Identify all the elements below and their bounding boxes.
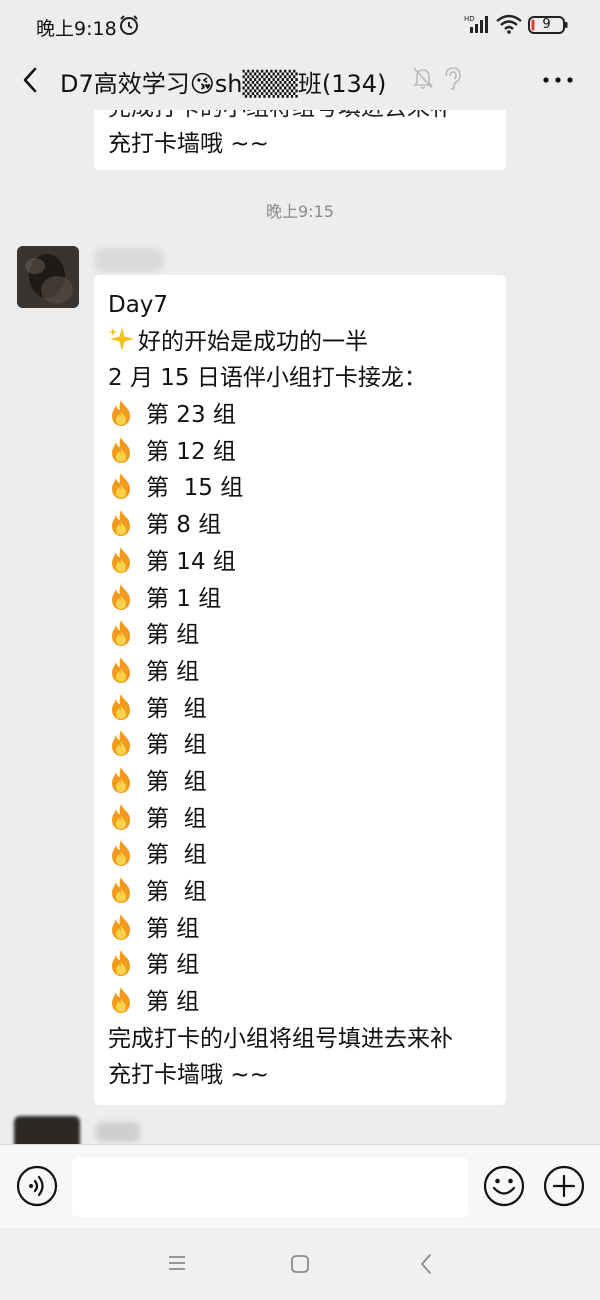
flame-icon <box>108 619 134 647</box>
battery-level: 9 <box>542 17 551 32</box>
flame-icon <box>108 583 134 611</box>
sender-name <box>94 248 164 272</box>
flame-icon <box>108 509 134 537</box>
group-label: 第 组 <box>146 879 207 905</box>
chat-area[interactable]: 完成打卡的小组将组号填进去来补 充打卡墙哦 ~~ 晚上9:15 Day7 好的开… <box>0 110 600 1144</box>
group-label: 第 15 组 <box>146 475 244 502</box>
previous-message-cut-line: 完成打卡的小组将组号填进去来补 <box>108 110 492 126</box>
plus-button[interactable] <box>543 1165 585 1207</box>
flame-icon <box>108 803 134 831</box>
chat-header: D7高效学习😘sh▒▒▒班(134) <box>0 52 600 110</box>
group-item: 第 组 <box>108 947 492 984</box>
avatar[interactable] <box>17 246 79 308</box>
group-list: 第 23 组第 12 组第 15 组第 8 组第 14 组第 1 组第 组第 组… <box>108 397 492 1021</box>
group-label: 第 组 <box>146 622 200 649</box>
group-label: 第 1 组 <box>146 585 222 612</box>
flame-icon <box>108 399 134 427</box>
system-navigation-bar <box>0 1228 600 1300</box>
more-icon[interactable] <box>540 70 576 90</box>
message-closing-1: 完成打卡的小组将组号填进去来补 <box>108 1025 453 1052</box>
group-label: 第 组 <box>146 658 200 685</box>
message-day: Day7 <box>108 292 169 318</box>
group-item: 第 组 <box>108 617 492 654</box>
plus-icon <box>543 1165 585 1207</box>
home-key-icon[interactable] <box>290 1254 310 1274</box>
message-motto-line: 好的开始是成功的一半 <box>108 324 492 361</box>
group-item: 第 组 <box>108 984 492 1021</box>
group-label: 第 组 <box>146 805 207 832</box>
alarm-icon <box>118 14 140 36</box>
group-item: 第 1 组 <box>108 581 492 618</box>
flame-icon <box>108 876 134 904</box>
group-label: 第 组 <box>146 915 200 942</box>
group-label: 第 组 <box>146 989 200 1016</box>
wifi-icon <box>496 14 522 34</box>
message-timestamp: 晚上9:15 <box>266 202 334 221</box>
group-label: 第 组 <box>146 732 207 759</box>
voice-icon <box>16 1165 58 1207</box>
message-bubble[interactable]: Day7 好的开始是成功的一半 2 月 15 日语伴小组打卡接龙： 第 23 组… <box>94 275 506 1105</box>
group-item: 第 组 <box>108 911 492 948</box>
group-item: 第 组 <box>108 764 492 801</box>
previous-message-line: 充打卡墙哦 ~~ <box>108 131 269 157</box>
flame-icon <box>108 913 134 941</box>
emoji-icon <box>483 1165 525 1207</box>
group-item: 第 14 组 <box>108 544 492 581</box>
group-label: 第 组 <box>146 695 207 722</box>
group-label: 第 组 <box>146 768 207 795</box>
flame-icon <box>108 546 134 574</box>
next-sender-name <box>96 1122 140 1142</box>
status-bar: 晚上9:18 HD 9 <box>0 0 600 52</box>
flame-icon <box>108 693 134 721</box>
status-time: 晚上9:18 <box>36 18 117 40</box>
group-item: 第 12 组 <box>108 434 492 471</box>
input-bar <box>0 1144 600 1228</box>
group-item: 第 组 <box>108 691 492 728</box>
group-label: 第 23 组 <box>146 402 236 429</box>
flame-icon <box>108 949 134 977</box>
previous-message-bubble[interactable]: 完成打卡的小组将组号填进去来补 充打卡墙哦 ~~ <box>94 110 506 170</box>
group-item: 第 组 <box>108 837 492 874</box>
group-label: 第 组 <box>146 842 207 869</box>
message-input[interactable] <box>72 1157 468 1217</box>
group-label: 第 12 组 <box>146 438 236 465</box>
group-label: 第 8 组 <box>146 512 222 539</box>
group-item: 第 组 <box>108 727 492 764</box>
group-item: 第 15 组 <box>108 470 492 507</box>
group-label: 第 组 <box>146 952 200 979</box>
sparkle-icon <box>108 325 136 353</box>
ear-icon <box>442 66 462 90</box>
back-icon[interactable] <box>18 64 44 96</box>
emoji-button[interactable] <box>483 1165 525 1207</box>
signal-icon: HD <box>464 14 488 34</box>
group-label: 第 14 组 <box>146 548 236 575</box>
flame-icon <box>108 472 134 500</box>
mute-icon <box>412 66 434 90</box>
back-key-icon[interactable] <box>418 1252 434 1276</box>
group-item: 第 8 组 <box>108 507 492 544</box>
voice-button[interactable] <box>16 1165 58 1207</box>
flame-icon <box>108 766 134 794</box>
group-item: 第 组 <box>108 874 492 911</box>
next-avatar[interactable] <box>14 1116 80 1144</box>
flame-icon <box>108 986 134 1014</box>
flame-icon <box>108 729 134 757</box>
chat-title[interactable]: D7高效学习😘sh▒▒▒班(134) <box>60 64 386 99</box>
message-motto: 好的开始是成功的一半 <box>138 328 368 355</box>
menu-key-icon[interactable] <box>166 1252 188 1274</box>
flame-icon <box>108 436 134 464</box>
message-date-line: 2 月 15 日语伴小组打卡接龙： <box>108 365 427 392</box>
message-closing-2: 充打卡墙哦 ~~ <box>108 1062 269 1089</box>
group-item: 第 组 <box>108 654 492 691</box>
flame-icon <box>108 839 134 867</box>
group-item: 第 23 组 <box>108 397 492 434</box>
flame-icon <box>108 656 134 684</box>
group-item: 第 组 <box>108 801 492 838</box>
network-label: HD <box>464 15 475 23</box>
